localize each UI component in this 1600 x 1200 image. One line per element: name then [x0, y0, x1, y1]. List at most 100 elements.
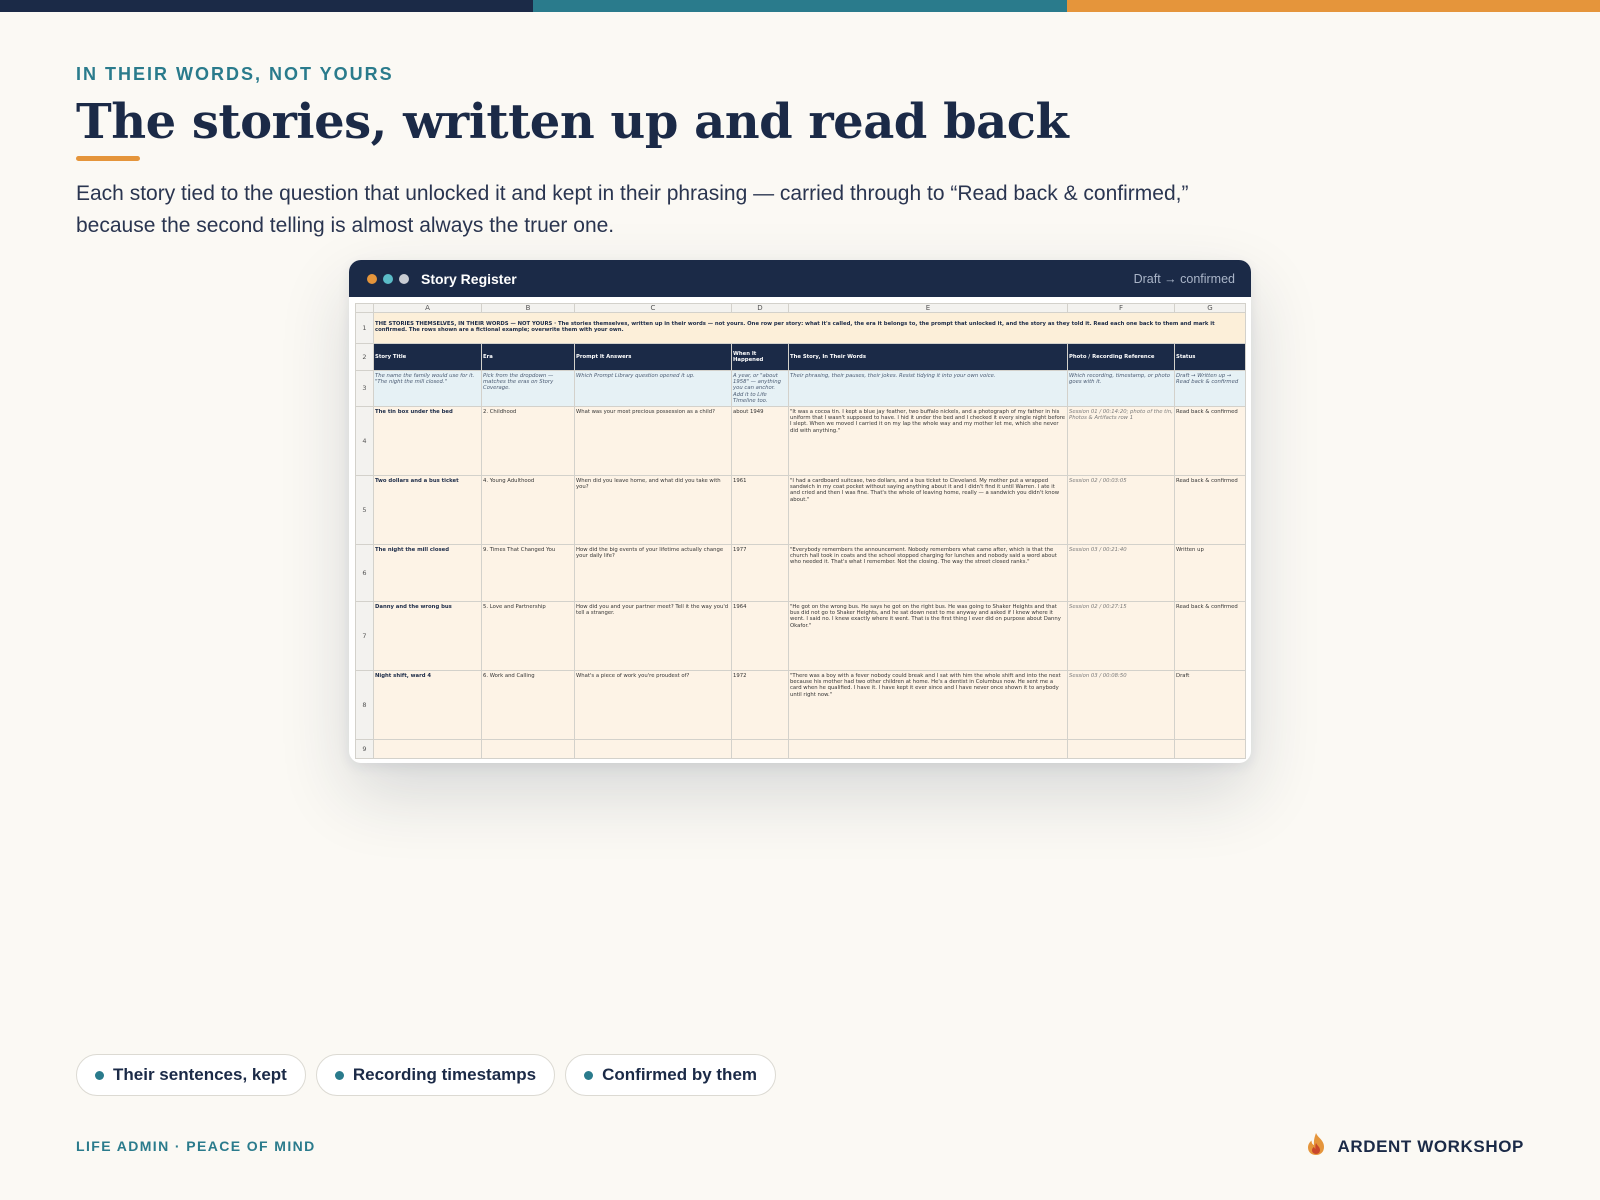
when-cell[interactable]: 1977 [731, 544, 789, 603]
when-cell[interactable]: 1961 [731, 475, 789, 546]
eyebrow: IN THEIR WORDS, NOT YOURS [76, 64, 394, 84]
brand-name: ARDENT WORKSHOP [1337, 1136, 1524, 1156]
column-header[interactable]: G [1174, 303, 1246, 313]
accent-segment-navy [0, 0, 534, 12]
title-underline [76, 156, 140, 161]
story-cell[interactable]: "It was a cocoa tin. I kept a blue jay f… [788, 406, 1068, 477]
reference-cell[interactable]: Session 03 / 00:21:40 [1067, 544, 1175, 603]
story-title-cell[interactable]: The tin box under the bed [373, 406, 482, 477]
status-cell[interactable]: Read back & confirmed [1174, 601, 1246, 672]
empty-cell[interactable] [481, 739, 575, 760]
page-title: The stories, written up and read back [76, 94, 1069, 150]
reference-cell[interactable]: Session 03 / 00:08:50 [1067, 670, 1175, 741]
header-cell[interactable]: Story Title [373, 343, 482, 371]
accent-segment-teal [533, 0, 1067, 12]
prompt-cell[interactable]: How did you and your partner meet? Tell … [574, 601, 732, 672]
empty-cell[interactable] [1174, 739, 1246, 760]
story-cell[interactable]: "There was a boy with a fever nobody cou… [788, 670, 1068, 741]
story-register-sheet: A B C D E F G 1 THE STORIES THEMSELVES, … [355, 303, 1246, 760]
story-cell[interactable]: "Everybody remembers the announcement. N… [788, 544, 1068, 603]
row-number[interactable]: 7 [355, 601, 374, 672]
flame-icon [1305, 1132, 1327, 1161]
hint-cell[interactable]: Their phrasing, their pauses, their joke… [788, 369, 1068, 408]
table-row: 6 The night the mill closed 9. Times Tha… [355, 544, 1246, 603]
status-cell[interactable]: Written up [1174, 544, 1246, 603]
story-cell[interactable]: "He got on the wrong bus. He says he got… [788, 601, 1068, 672]
column-header[interactable]: C [574, 303, 732, 313]
window-title: Story Register [421, 270, 517, 287]
window-dot-orange [367, 273, 377, 284]
story-title-cell[interactable]: The night the mill closed [373, 544, 482, 603]
prompt-cell[interactable]: How did the big events of your lifetime … [574, 544, 732, 603]
hint-cell[interactable]: Which recording, timestamp, or photo goe… [1067, 369, 1175, 408]
reference-cell[interactable]: Session 02 / 00:27:15 [1067, 601, 1175, 672]
reference-cell[interactable]: Session 02 / 00:03:05 [1067, 475, 1175, 546]
top-accent-bar [0, 0, 1600, 12]
chip-confirmed: Confirmed by them [565, 1054, 777, 1096]
status-cell[interactable]: Read back & confirmed [1174, 406, 1246, 477]
banner-row: 1 THE STORIES THEMSELVES, IN THEIR WORDS… [355, 312, 1246, 344]
row-number[interactable]: 1 [355, 312, 374, 344]
header-cell[interactable]: Photo / Recording Reference [1067, 343, 1175, 371]
hint-cell[interactable]: Which Prompt Library question opened it … [574, 369, 732, 408]
chip-recording-timestamps: Recording timestamps [315, 1054, 556, 1096]
row-number[interactable]: 4 [355, 406, 374, 477]
era-cell[interactable]: 4. Young Adulthood [481, 475, 575, 546]
chip-label: Their sentences, kept [113, 1065, 287, 1084]
story-title-cell[interactable]: Night shift, ward 4 [373, 670, 482, 741]
column-header[interactable]: D [731, 303, 789, 313]
header-cell[interactable]: Status [1174, 343, 1246, 371]
when-cell[interactable]: 1972 [731, 670, 789, 741]
empty-cell[interactable] [731, 739, 789, 760]
page-subtitle: Each story tied to the question that unl… [76, 182, 1189, 237]
reference-cell[interactable]: Session 01 / 00:14:20; photo of the tin,… [1067, 406, 1175, 477]
sheet-corner[interactable] [355, 303, 374, 313]
column-header[interactable]: A [373, 303, 482, 313]
story-title-cell[interactable]: Danny and the wrong bus [373, 601, 482, 672]
table-row: 7 Danny and the wrong bus 5. Love and Pa… [355, 601, 1246, 672]
hint-cell[interactable]: A year, or "about 1958" — anything you c… [731, 369, 789, 408]
row-number[interactable]: 9 [355, 739, 374, 760]
header-cell[interactable]: Era [481, 343, 575, 371]
feature-chips: Their sentences, kept Recording timestam… [76, 1054, 777, 1096]
column-header-row: A B C D E F G [355, 303, 1246, 313]
dot-icon [95, 1070, 104, 1080]
era-cell[interactable]: 9. Times That Changed You [481, 544, 575, 603]
hint-cell[interactable]: The name the family would use for it. "T… [373, 369, 482, 408]
era-cell[interactable]: 6. Work and Calling [481, 670, 575, 741]
row-number[interactable]: 8 [355, 670, 374, 741]
spreadsheet-window: Story Register Draft → confirmed A B C D… [349, 260, 1251, 763]
story-title-cell[interactable]: Two dollars and a bus ticket [373, 475, 482, 546]
column-header[interactable]: E [788, 303, 1068, 313]
header-cell[interactable]: When It Happened [731, 343, 789, 371]
accent-segment-orange [1066, 0, 1600, 12]
hint-row: 3 The name the family would use for it. … [355, 369, 1246, 408]
era-cell[interactable]: 5. Love and Partnership [481, 601, 575, 672]
header-cell[interactable]: The Story, In Their Words [788, 343, 1068, 371]
row-number[interactable]: 6 [355, 544, 374, 603]
prompt-cell[interactable]: What's a piece of work you're proudest o… [574, 670, 732, 741]
table-row: 5 Two dollars and a bus ticket 4. Young … [355, 475, 1246, 546]
banner-cell[interactable]: THE STORIES THEMSELVES, IN THEIR WORDS —… [373, 312, 1246, 344]
prompt-cell[interactable]: What was your most precious possession a… [574, 406, 732, 477]
when-cell[interactable]: 1964 [731, 601, 789, 672]
hint-cell[interactable]: Pick from the dropdown — matches the era… [481, 369, 575, 408]
row-number[interactable]: 3 [355, 369, 374, 408]
story-cell[interactable]: "I had a cardboard suitcase, two dollars… [788, 475, 1068, 546]
empty-cell[interactable] [1067, 739, 1175, 760]
when-cell[interactable]: about 1949 [731, 406, 789, 477]
row-number[interactable]: 2 [355, 343, 374, 371]
empty-cell[interactable] [574, 739, 732, 760]
row-number[interactable]: 5 [355, 475, 374, 546]
empty-cell[interactable] [788, 739, 1068, 760]
prompt-cell[interactable]: When did you leave home, and what did yo… [574, 475, 732, 546]
window-status: Draft → confirmed [1133, 271, 1235, 286]
status-cell[interactable]: Read back & confirmed [1174, 475, 1246, 546]
column-header[interactable]: F [1067, 303, 1175, 313]
header-cell[interactable]: Prompt It Answers [574, 343, 732, 371]
status-cell[interactable]: Draft [1174, 670, 1246, 741]
column-header[interactable]: B [481, 303, 575, 313]
empty-cell[interactable] [373, 739, 482, 760]
era-cell[interactable]: 2. Childhood [481, 406, 575, 477]
hint-cell[interactable]: Draft → Written up → Read back & confirm… [1174, 369, 1246, 408]
